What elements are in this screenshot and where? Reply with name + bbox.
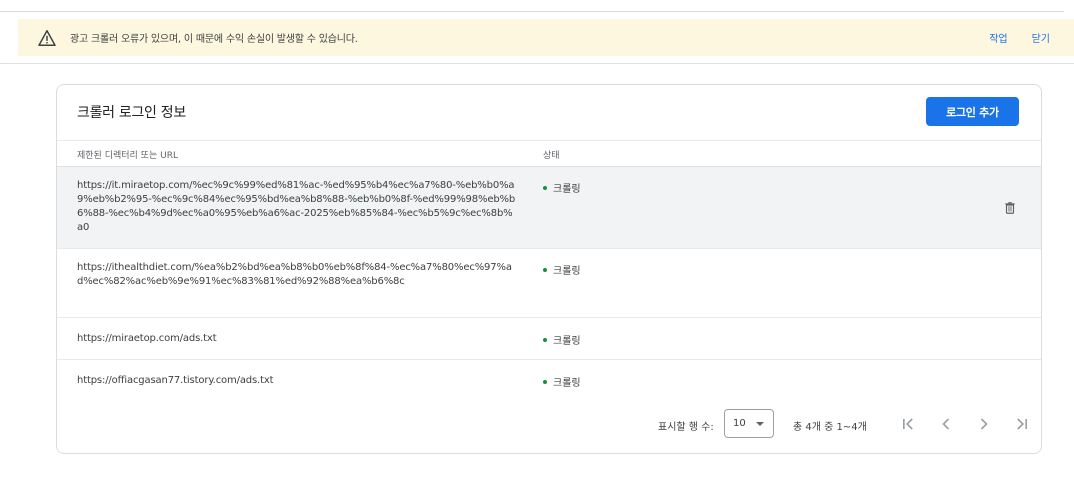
status-dot-icon — [543, 337, 547, 342]
table-row[interactable]: https://it.miraetop.com/%ec%9c%99%ed%81%… — [57, 167, 1041, 249]
previous-page-icon[interactable] — [936, 414, 956, 434]
status-label: 크롤링 — [553, 378, 581, 389]
table-header: 제한된 디렉터리 또는 URL 상태 — [57, 140, 1041, 167]
banner-action-link[interactable]: 작업 — [989, 30, 1007, 45]
status-dot-icon — [543, 379, 547, 384]
table-row[interactable]: https://miraetop.com/ads.txt 크롤링 — [57, 318, 1041, 360]
rows-per-page-value: 10 — [733, 418, 746, 429]
dropdown-arrow-icon — [756, 422, 764, 426]
table-row[interactable]: https://offiacgasan77.tistory.com/ads.tx… — [57, 360, 1041, 402]
next-page-icon[interactable] — [974, 414, 994, 434]
banner-divider — [0, 63, 1074, 64]
rows-per-page-select[interactable]: 10 — [724, 409, 774, 438]
row-status: 크롤링 — [543, 262, 581, 277]
last-page-icon[interactable] — [1012, 414, 1032, 434]
row-status: 크롤링 — [543, 374, 581, 389]
card-title: 크롤러 로그인 정보 — [77, 105, 186, 121]
warning-icon — [38, 29, 56, 46]
row-status: 크롤링 — [543, 332, 581, 347]
banner-message: 광고 크롤러 오류가 있으며, 이 때문에 수익 손실이 발생할 수 있습니다. — [70, 34, 358, 45]
card-header: 크롤러 로그인 정보 로그인 추가 — [57, 85, 1041, 140]
status-label: 크롤링 — [553, 266, 581, 277]
status-label: 크롤링 — [553, 336, 581, 347]
row-url: https://ithealthdiet.com/%ea%b2%bd%ea%b8… — [77, 262, 512, 287]
row-status: 크롤링 — [543, 180, 581, 195]
status-label: 크롤링 — [553, 184, 581, 195]
column-header-url: 제한된 디렉터리 또는 URL — [77, 151, 178, 161]
table-row[interactable]: https://ithealthdiet.com/%ea%b2%bd%ea%b8… — [57, 249, 1041, 318]
column-header-status: 상태 — [543, 151, 560, 161]
top-divider — [0, 11, 1064, 12]
rows-per-page-label: 표시할 행 수: — [658, 422, 714, 433]
page-range-text: 총 4개 중 1~4개 — [793, 422, 867, 433]
pagination: 표시할 행 수: 10 총 4개 중 1~4개 — [57, 408, 1041, 440]
add-login-button[interactable]: 로그인 추가 — [926, 97, 1019, 126]
crawler-error-banner: 광고 크롤러 오류가 있으며, 이 때문에 수익 손실이 발생할 수 있습니다.… — [18, 19, 1074, 56]
status-dot-icon — [543, 267, 547, 272]
crawler-login-card: 크롤러 로그인 정보 로그인 추가 제한된 디렉터리 또는 URL 상태 htt… — [56, 84, 1042, 454]
first-page-icon[interactable] — [898, 414, 918, 434]
row-url: https://it.miraetop.com/%ec%9c%99%ed%81%… — [77, 180, 516, 233]
row-url: https://miraetop.com/ads.txt — [77, 333, 217, 344]
delete-icon[interactable] — [1003, 201, 1017, 215]
status-dot-icon — [543, 185, 547, 190]
row-url: https://offiacgasan77.tistory.com/ads.tx… — [77, 375, 274, 386]
banner-close-link[interactable]: 닫기 — [1032, 30, 1050, 45]
